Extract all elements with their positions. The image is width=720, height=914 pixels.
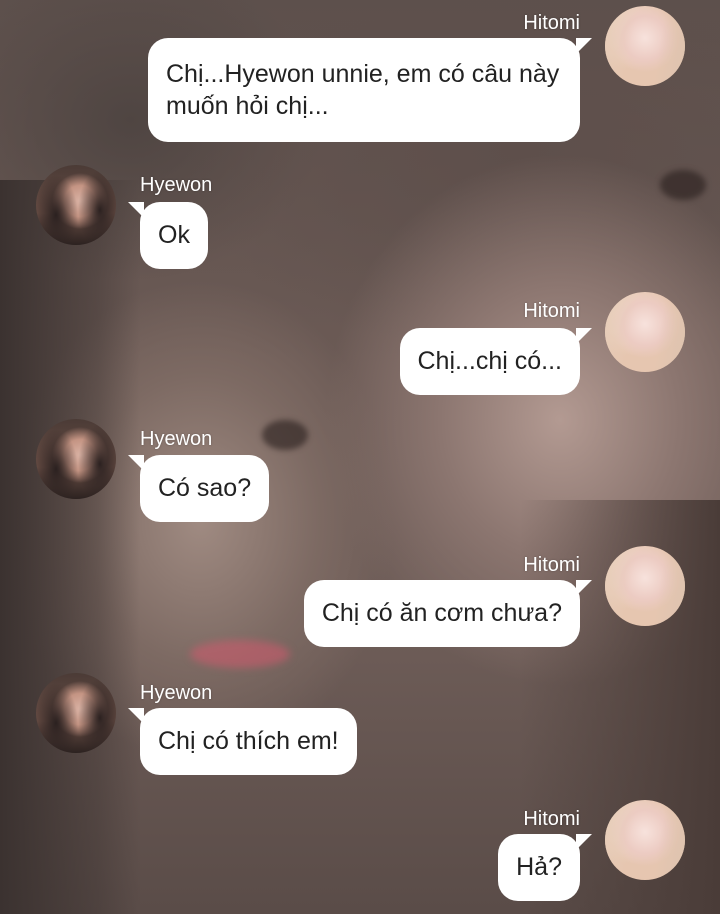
sender-name: Hyewon	[140, 174, 213, 196]
sender-name: Hitomi	[523, 808, 580, 830]
avatar-hitomi[interactable]	[605, 292, 685, 372]
message-row-hitomi: Hitomi Hả?	[0, 0, 720, 901]
message-bubble-incoming[interactable]: Có sao?	[127, 455, 270, 522]
message-bubble-outgoing[interactable]: Chị có ăn cơm chưa?	[303, 580, 593, 647]
background-hair-left	[0, 180, 140, 914]
avatar-hitomi[interactable]	[605, 546, 685, 626]
avatar-hyewon[interactable]	[36, 165, 116, 245]
message-bubble-outgoing[interactable]: Chị...chị có...	[399, 328, 592, 395]
message-bubble-incoming[interactable]: Ok	[128, 202, 208, 269]
avatar-hyewon[interactable]	[36, 419, 116, 499]
background-eye-right	[660, 170, 706, 200]
sender-name: Hitomi	[523, 12, 580, 34]
sender-name: Hyewon	[140, 428, 213, 450]
background-lips	[190, 640, 290, 668]
message-bubble-incoming[interactable]: Chị có thích em!	[128, 708, 357, 775]
message-bubble-outgoing[interactable]: Chị...Hyewon unnie, em có câu này muốn h…	[148, 38, 592, 142]
sender-name: Hitomi	[523, 554, 580, 576]
avatar-hitomi[interactable]	[605, 6, 685, 86]
sender-name: Hyewon	[140, 682, 213, 704]
message-bubble-outgoing[interactable]: Hả?	[498, 834, 592, 901]
sender-name: Hitomi	[523, 300, 580, 322]
avatar-hyewon[interactable]	[36, 673, 116, 753]
background-eye-left	[262, 420, 308, 450]
avatar-hitomi[interactable]	[605, 800, 685, 880]
